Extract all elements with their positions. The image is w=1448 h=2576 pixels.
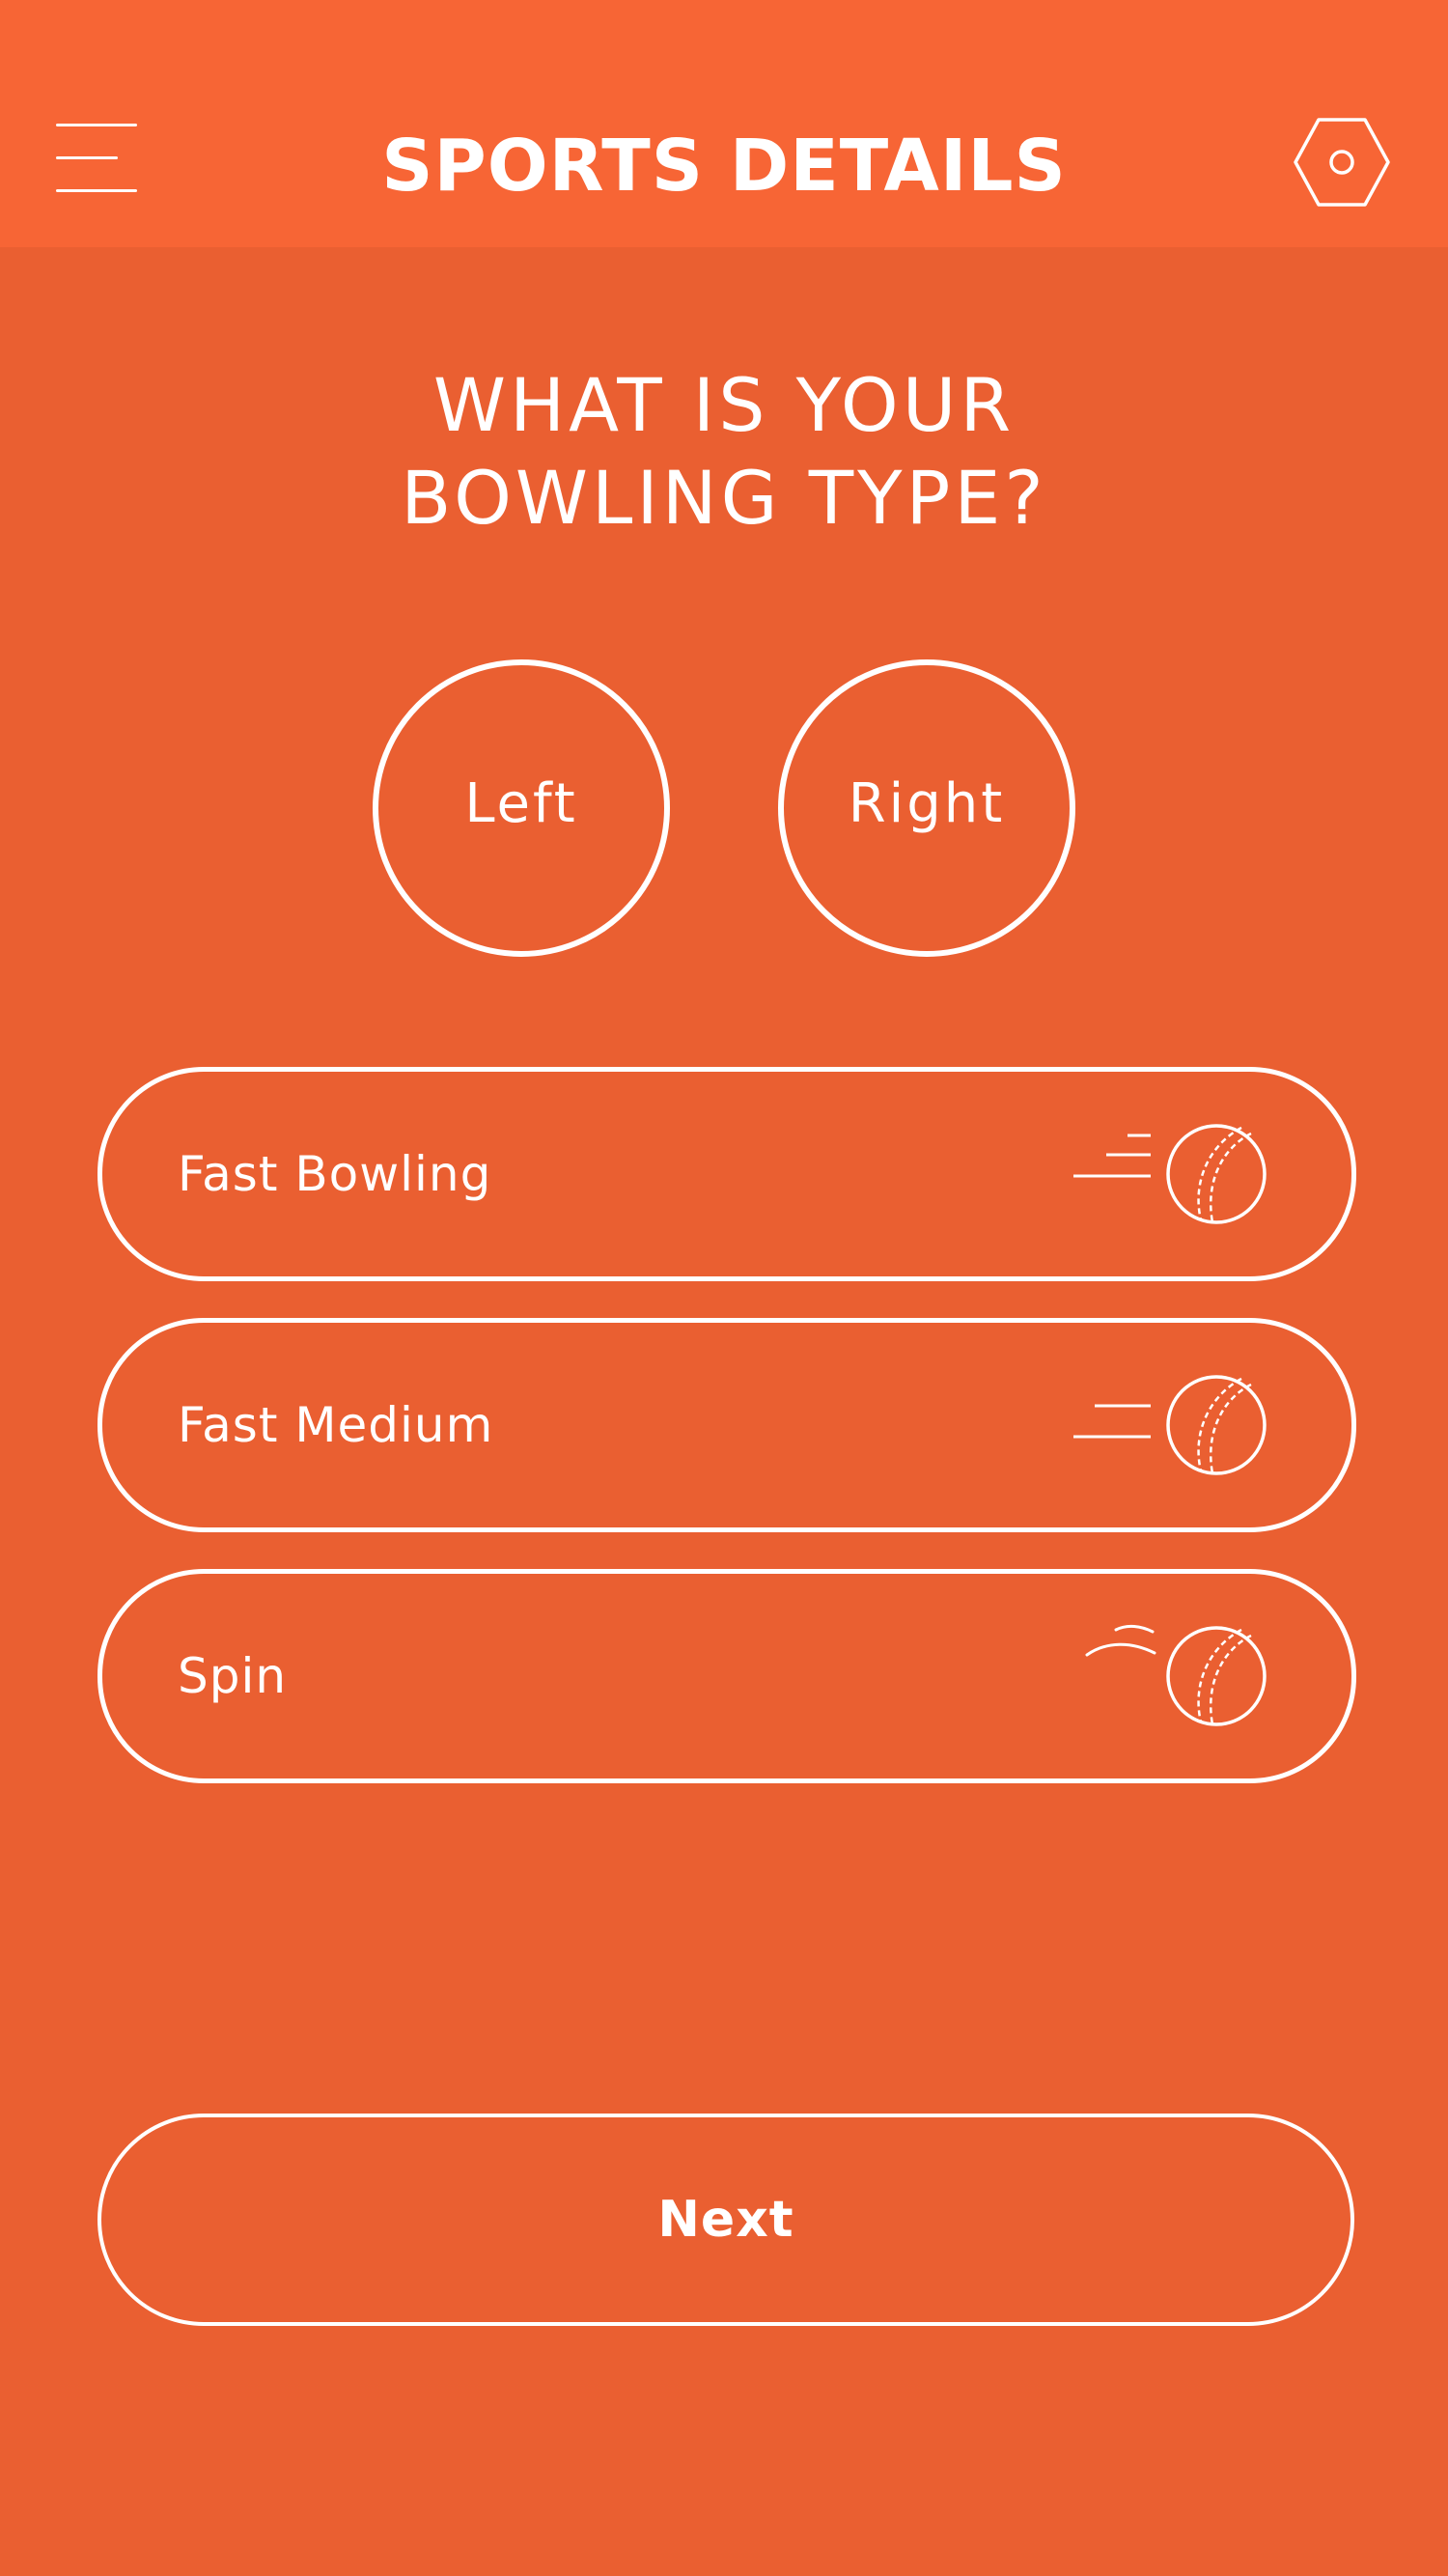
right-arm-button[interactable]: Right [778, 659, 1075, 957]
page-title: SPORTS DETAILS [381, 125, 1067, 208]
medium-ball-icon [1072, 1371, 1284, 1479]
fast-medium-label: Fast Medium [178, 1397, 494, 1453]
hexagon-settings-icon[interactable] [1292, 116, 1392, 209]
spin-label: Spin [178, 1648, 288, 1704]
question-heading: WHAT IS YOUR BOWLING TYPE? [0, 359, 1448, 545]
fast-bowling-option[interactable]: Fast Bowling [97, 1067, 1356, 1281]
right-arm-label: Right [848, 771, 1006, 835]
fast-medium-option[interactable]: Fast Medium [97, 1318, 1356, 1532]
left-arm-button[interactable]: Left [373, 659, 670, 957]
fast-bowling-label: Fast Bowling [178, 1146, 492, 1202]
question-line-2: BOWLING TYPE? [401, 455, 1047, 541]
left-arm-label: Left [464, 771, 578, 835]
spin-option[interactable]: Spin [97, 1569, 1356, 1783]
app-header: SPORTS DETAILS [0, 0, 1448, 247]
question-line-1: WHAT IS YOUR [432, 362, 1016, 448]
next-button[interactable]: Next [97, 2114, 1354, 2326]
fast-ball-icon [1072, 1120, 1284, 1228]
spin-ball-icon [1072, 1622, 1284, 1730]
